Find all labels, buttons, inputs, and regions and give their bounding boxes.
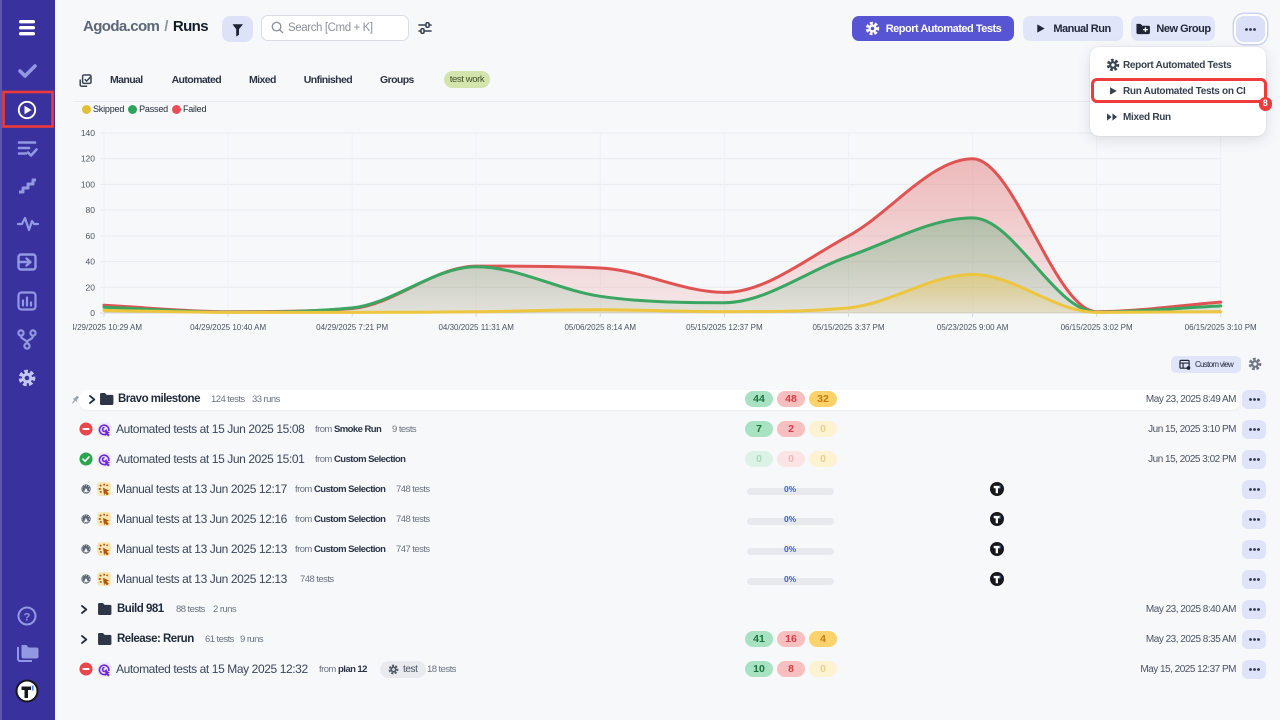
svg-text:100: 100	[81, 179, 95, 189]
svg-text:06/15/2025 3:02 PM: 06/15/2025 3:02 PM	[1061, 323, 1133, 332]
svg-text:06/15/2025 3:10 PM: 06/15/2025 3:10 PM	[1185, 323, 1257, 332]
svg-text:04/30/2025 11:31 AM: 04/30/2025 11:31 AM	[438, 323, 514, 332]
svg-text:40: 40	[86, 257, 96, 267]
svg-text:04/29/2025 10:29 AM: 04/29/2025 10:29 AM	[73, 323, 142, 332]
svg-text:0: 0	[90, 308, 95, 318]
svg-text:05/15/2025 12:37 PM: 05/15/2025 12:37 PM	[686, 323, 763, 332]
svg-text:120: 120	[81, 154, 95, 164]
svg-text:04/29/2025 10:40 AM: 04/29/2025 10:40 AM	[190, 323, 266, 332]
svg-text:05/23/2025 9:00 AM: 05/23/2025 9:00 AM	[937, 323, 1009, 332]
svg-text:04/29/2025 7:21 PM: 04/29/2025 7:21 PM	[316, 323, 388, 332]
svg-text:05/15/2025 3:37 PM: 05/15/2025 3:37 PM	[812, 323, 884, 332]
svg-text:80: 80	[86, 205, 96, 215]
svg-text:60: 60	[86, 231, 96, 241]
svg-text:05/06/2025 8:14 AM: 05/06/2025 8:14 AM	[564, 323, 636, 332]
svg-text:20: 20	[86, 282, 96, 292]
svg-text:?: ?	[24, 612, 31, 624]
svg-text:140: 140	[81, 128, 95, 138]
